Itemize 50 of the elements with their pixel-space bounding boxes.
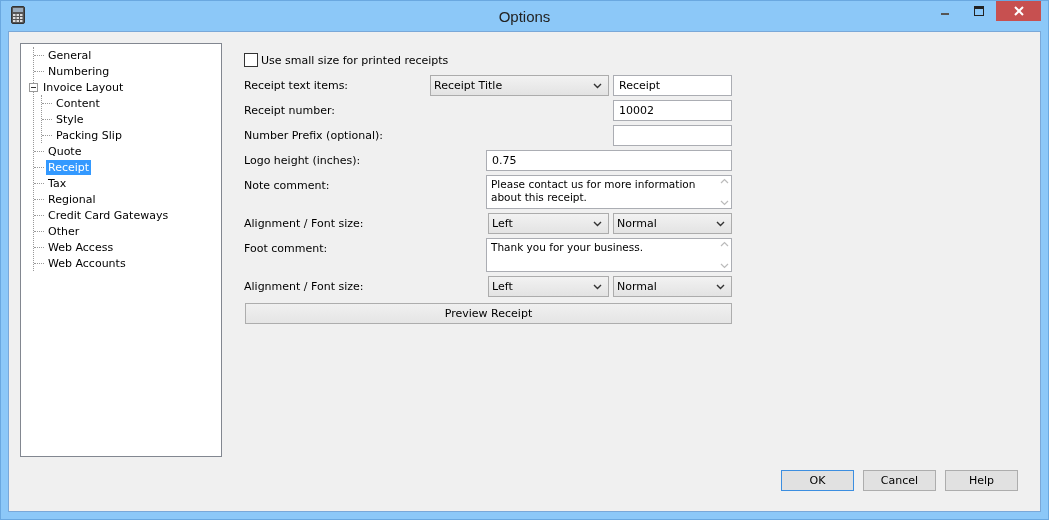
dialog-button[interactable]: Cancel [863,470,936,491]
scroll-arrows-icon [720,241,729,269]
tree-item[interactable]: Packing Slip [54,127,124,143]
input-field[interactable] [613,125,732,146]
field-label: Foot comment: [244,241,329,257]
input-field[interactable]: 10002 [613,100,732,121]
dropdown[interactable]: Normal [613,276,732,297]
collapse-icon[interactable] [29,82,38,92]
dialog-button[interactable]: Help [945,470,1018,491]
input-field[interactable]: Receipt [613,75,732,96]
tree-item[interactable]: Web Accounts [46,255,128,271]
tree-item[interactable]: Other [46,223,82,239]
tree-item[interactable]: Invoice Layout [41,79,126,95]
tree-item[interactable]: Credit Card Gateways [46,207,171,223]
field-label: Receipt number: [244,103,337,119]
dropdown[interactable]: Normal [613,213,732,234]
caret-icon [716,283,725,290]
caret-icon [593,220,602,227]
field-label: Number Prefix (optional): [244,128,384,144]
tree-item[interactable]: General [46,47,94,63]
tree-item[interactable]: Style [54,111,86,127]
close-button[interactable] [996,1,1041,21]
text-area[interactable]: Please contact us for more information about this receipt. [486,175,732,209]
window-title: Options [498,7,551,25]
tree-item[interactable]: Numbering [46,63,112,79]
field-label: Receipt text items: [244,78,350,94]
tree-item[interactable]: Quote [46,143,84,159]
dropdown[interactable]: Left [488,213,609,234]
input-field[interactable]: 0.75 [486,150,732,171]
checkbox[interactable] [244,53,258,67]
preview-button[interactable]: Preview Receipt [245,303,732,324]
tree-item[interactable]: Regional [46,191,98,207]
text-area[interactable]: Thank you for your business. [486,238,732,272]
close-icon [1012,6,1025,16]
field-label: Note comment: [244,178,331,194]
tree-item[interactable]: Tax [46,175,69,191]
calculator-icon [11,6,25,24]
scroll-arrows-icon [720,178,729,206]
caret-icon [593,82,602,89]
field-label: Alignment / Font size: [244,279,365,295]
tree-item[interactable]: Web Access [46,239,116,255]
field-label: Alignment / Font size: [244,216,365,232]
tree-item[interactable]: Content [54,95,102,111]
dialog-button[interactable]: OK [781,470,854,491]
checkbox-label: Use small size for printed receipts [261,53,449,67]
field-label: Logo height (inches): [244,153,362,169]
dropdown[interactable]: Receipt Title [430,75,609,96]
dropdown[interactable]: Left [488,276,609,297]
caret-icon [716,220,725,227]
caret-icon [593,283,602,290]
